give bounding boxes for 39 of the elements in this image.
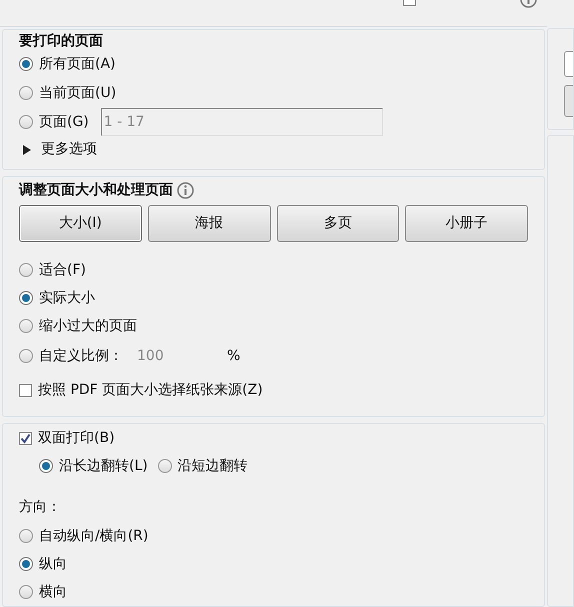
radio-button[interactable] — [19, 291, 33, 306]
radio-button[interactable] — [19, 349, 33, 364]
mode-tab[interactable]: 大小(I) — [19, 205, 142, 242]
radio-button[interactable] — [158, 459, 172, 473]
option-label: 页面(G) — [39, 112, 89, 132]
checkbox[interactable] — [19, 384, 32, 397]
expand-triangle-icon[interactable] — [23, 144, 31, 155]
option-label: 自动纵向/横向(R) — [39, 526, 148, 546]
more-options-link[interactable]: 更多选项 — [41, 139, 97, 160]
section-title: 调整页面大小和处理页面 — [19, 180, 173, 200]
radio-button[interactable] — [19, 529, 33, 543]
radio-button[interactable] — [19, 585, 33, 599]
info-icon[interactable] — [177, 182, 194, 199]
mode-tab[interactable]: 多页 — [276, 205, 400, 242]
radio-button[interactable] — [19, 115, 33, 130]
option-label: 所有页面(A) — [39, 54, 116, 74]
mode-tab[interactable]: 小册子 — [405, 205, 528, 242]
unit-label: % — [227, 346, 240, 366]
radio-button[interactable] — [19, 263, 33, 278]
option-label: 按照 PDF 页面大小选择纸张来源(Z) — [38, 380, 263, 400]
option-label: 沿长边翻转(L) — [59, 456, 148, 476]
mode-tab[interactable]: 海报 — [148, 205, 270, 242]
option-label: 横向 — [39, 582, 67, 602]
radio-button[interactable] — [19, 86, 33, 100]
option-label: 纵向 — [39, 554, 67, 574]
option-label: 双面打印(B) — [38, 428, 115, 448]
section-label: 方向： — [19, 498, 62, 517]
option-label: 适合(F) — [39, 260, 86, 280]
option-label: 当前页面(U) — [39, 84, 116, 103]
option-label: 缩小过大的页面 — [39, 316, 137, 336]
section-title: 要打印的页面 — [19, 32, 104, 50]
option-label: 自定义比例： — [39, 346, 123, 366]
option-label: 实际大小 — [39, 288, 95, 308]
option-label: 沿短边翻转 — [178, 456, 248, 476]
radio-button[interactable] — [39, 459, 53, 473]
radio-button[interactable] — [19, 319, 33, 334]
checkbox[interactable] — [19, 432, 32, 444]
radio-button[interactable] — [19, 557, 33, 571]
radio-button[interactable] — [19, 57, 33, 72]
